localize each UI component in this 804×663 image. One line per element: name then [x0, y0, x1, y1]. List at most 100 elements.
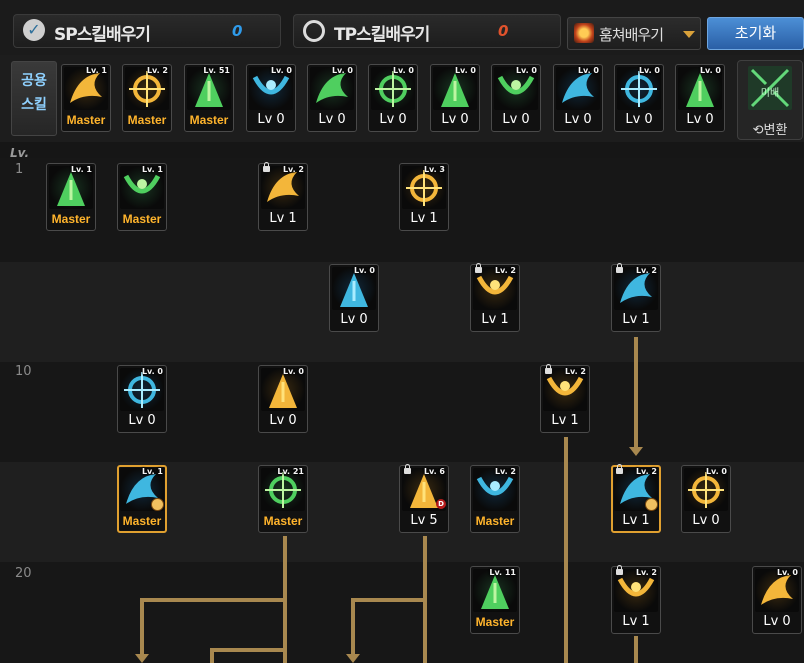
steal-learn-label: 훔쳐배우기 — [599, 26, 664, 44]
skill-level-tag: Lv. 0 — [515, 66, 537, 75]
prerequisite-line — [140, 598, 287, 602]
convert-label: ⟲변환 — [752, 123, 788, 138]
arrow-down-icon — [135, 654, 149, 663]
lock-icon — [545, 364, 552, 374]
skill-level-caption: Lv 1 — [410, 211, 438, 226]
skill-slot[interactable]: Lv. 2 Lv 1 — [611, 565, 661, 634]
skill-level-caption: Lv 0 — [692, 513, 720, 528]
skill-level-caption: Lv 0 — [686, 112, 714, 127]
common-label-line1: 공용 — [21, 73, 47, 89]
d-badge-icon: D — [436, 499, 446, 509]
level-label: 20 — [15, 566, 32, 581]
skill-slot[interactable]: Lv. 2 Master — [470, 465, 520, 533]
skill-level-caption: Lv 0 — [257, 112, 285, 127]
skill-level-caption: Master — [66, 113, 106, 127]
skill-slot[interactable]: Lv. 2 Lv 1 — [611, 263, 661, 332]
skill-level-tag: Lv. 2 — [635, 467, 657, 476]
skill-level-tag: Lv. 1 — [141, 165, 163, 174]
ring-icon — [303, 20, 325, 42]
skill-level-tag: Lv. 0 — [577, 66, 599, 75]
skill-slot[interactable]: Lv. 0 Lv 0 — [307, 64, 357, 132]
skill-level-tag: Lv. 2 — [494, 467, 516, 476]
skill-level-tag: Lv. 0 — [331, 66, 353, 75]
skill-slot[interactable]: Lv. 21 Master — [258, 465, 308, 533]
skill-level-tag: Lv. 0 — [282, 367, 304, 376]
skill-slot[interactable]: Lv. 3 Lv 1 — [399, 163, 449, 231]
flame-icon — [574, 23, 594, 43]
lock-icon — [616, 464, 623, 474]
skill-level-caption: Lv 0 — [269, 413, 297, 428]
skill-level-caption: Lv 5 — [410, 513, 438, 528]
lock-icon — [475, 263, 482, 273]
skill-slot[interactable]: Lv. 0 Lv 0 — [117, 365, 167, 433]
skill-slot[interactable]: Lv. 0 Lv 0 — [329, 264, 379, 332]
sp-count: 0 — [232, 22, 243, 40]
skill-slot[interactable]: Lv. 0 Lv 0 — [681, 465, 731, 533]
sp-learn-label: SP스킬배우기 — [54, 25, 151, 45]
skill-slot[interactable]: Lv. 0 Lv 0 — [491, 64, 541, 132]
skill-slot[interactable]: Lv. 0 Lv 0 — [430, 64, 480, 132]
tier-band — [0, 262, 804, 362]
skill-slot[interactable]: Lv. 0 Lv 0 — [614, 64, 664, 132]
skill-slot[interactable]: Lv. 2 Lv 1 — [258, 162, 308, 231]
skill-level-caption: Lv 1 — [551, 413, 579, 428]
skill-level-caption: Lv 0 — [128, 413, 156, 428]
skill-slot[interactable]: Lv. 0 Lv 0 — [258, 365, 308, 433]
skill-level-tag: Lv. 0 — [454, 66, 476, 75]
skill-level-tag: Lv. 3 — [423, 165, 445, 174]
skill-slot[interactable]: Lv. 0 Lv 0 — [752, 566, 802, 634]
skill-level-caption: Lv 0 — [379, 112, 407, 127]
skill-slot[interactable]: Lv. 0 Lv 0 — [553, 64, 603, 132]
skill-slot[interactable]: Lv. 0 Lv 0 — [246, 64, 296, 132]
skill-level-tag: Lv. 0 — [353, 266, 375, 275]
skill-slot[interactable]: Lv. 0 Lv 0 — [675, 64, 725, 132]
convert-button[interactable]: 미배 ⟲변환 — [737, 60, 803, 140]
skill-level-tag: Lv. 0 — [699, 66, 721, 75]
skill-level-caption: Master — [122, 514, 162, 528]
skill-slot[interactable]: Lv. 51 Master — [184, 64, 234, 132]
skill-level-caption: Lv 1 — [622, 312, 650, 327]
skill-level-caption: Lv 1 — [622, 614, 650, 629]
chevron-down-icon — [683, 31, 695, 38]
skill-level-tag: Lv. 2 — [564, 367, 586, 376]
skill-slot[interactable]: Lv. 1 Master — [117, 465, 167, 533]
skill-slot[interactable]: Lv. 11 Master — [470, 566, 520, 634]
skill-slot[interactable]: Lv. 2 Lv 1 — [540, 364, 590, 433]
skill-level-tag: Lv. 2 — [146, 66, 168, 75]
steal-learn-dropdown[interactable]: 훔쳐배우기 — [567, 17, 701, 50]
checkmark-icon: ✓ — [23, 19, 45, 41]
skill-level-tag: Lv. 2 — [635, 568, 657, 577]
reset-button[interactable]: 초기화 — [707, 17, 804, 50]
skill-level-caption: Master — [189, 113, 229, 127]
skill-level-tag: Lv. 21 — [277, 467, 304, 476]
clock-icon — [151, 498, 164, 511]
skill-slot[interactable]: Lv. 1 Master — [117, 163, 167, 231]
skill-level-tag: Lv. 0 — [392, 66, 414, 75]
clock-icon — [645, 498, 658, 511]
skill-slot[interactable]: Lv. 6 D Lv 5 — [399, 464, 449, 533]
skill-level-caption: Lv 0 — [625, 112, 653, 127]
skill-level-tag: Lv. 0 — [141, 367, 163, 376]
skill-slot[interactable]: Lv. 1 Master — [46, 163, 96, 231]
skill-level-tag: Lv. 0 — [270, 66, 292, 75]
skill-level-caption: Master — [263, 514, 303, 528]
skill-level-caption: Lv 1 — [481, 312, 509, 327]
arrow-down-icon — [346, 654, 360, 663]
skill-slot[interactable]: Lv. 0 Lv 0 — [368, 64, 418, 132]
skill-slot[interactable]: Lv. 1 Master — [61, 64, 111, 132]
skill-level-caption: Lv 0 — [763, 614, 791, 629]
lock-icon — [616, 263, 623, 273]
skill-level-caption: Master — [475, 615, 515, 629]
skill-slot[interactable]: Lv. 2 Lv 1 — [470, 263, 520, 332]
tp-learn-button[interactable]: TP스킬배우기 0 — [293, 14, 561, 48]
skill-slot[interactable]: Lv. 2 Lv 1 — [611, 464, 661, 533]
tp-count: 0 — [498, 22, 509, 40]
tier-band — [0, 562, 804, 663]
skill-level-caption: Lv 0 — [340, 312, 368, 327]
common-label-line2: 스킬 — [21, 97, 47, 113]
sp-learn-button[interactable]: ✓ SP스킬배우기 0 — [13, 14, 281, 48]
prerequisite-line — [564, 437, 568, 663]
skill-slot[interactable]: Lv. 2 Master — [122, 64, 172, 132]
skill-level-tag: Lv. 11 — [489, 568, 516, 577]
skill-level-tag: Lv. 1 — [85, 66, 107, 75]
